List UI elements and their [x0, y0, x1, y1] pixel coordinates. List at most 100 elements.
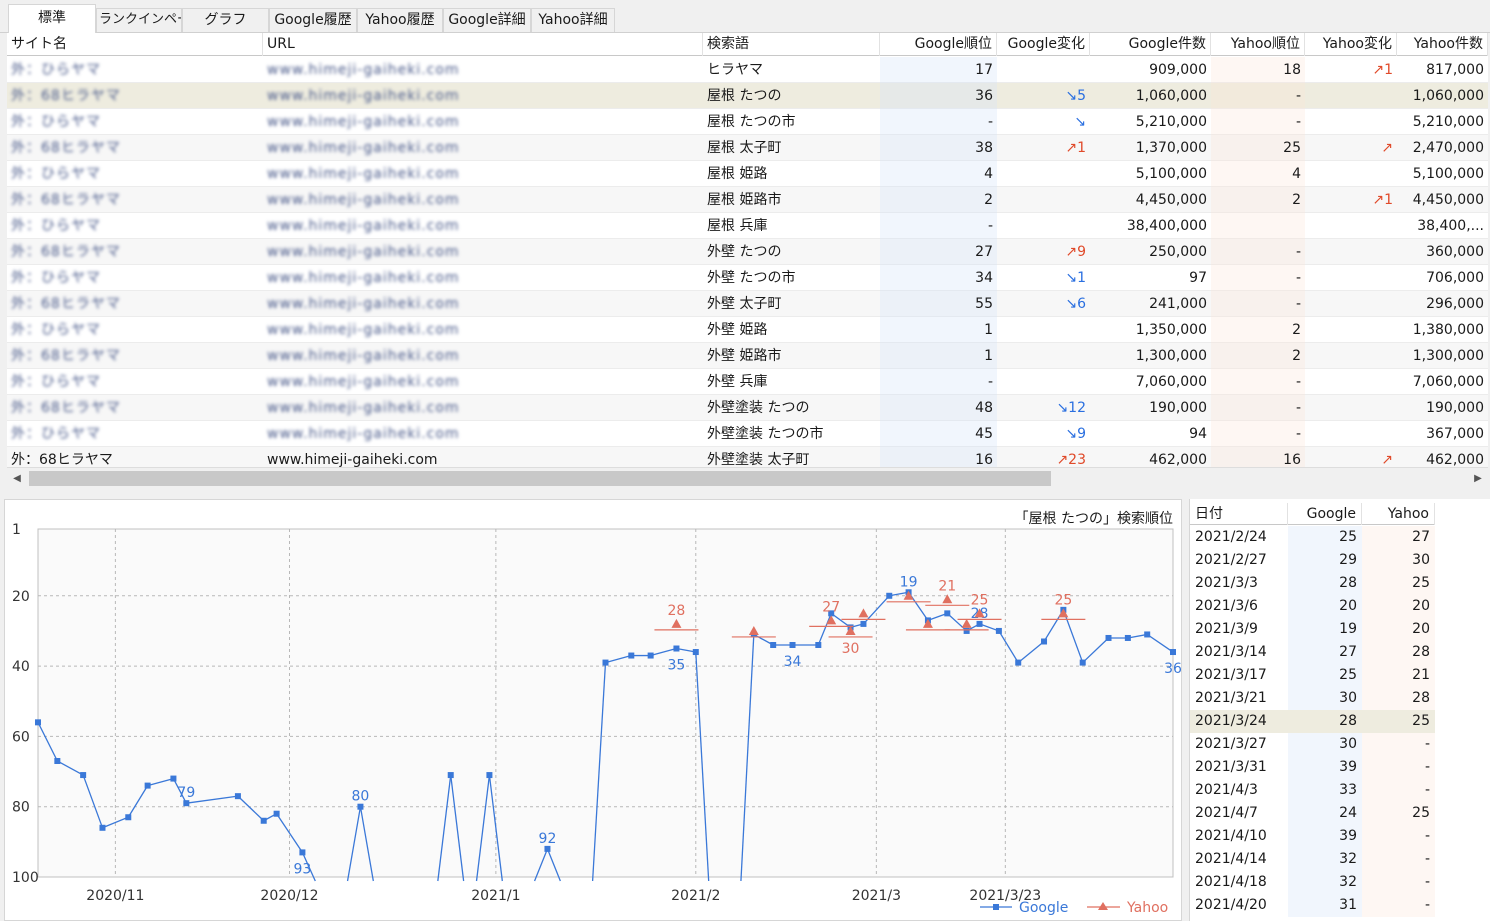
cell-g-rank: 1: [880, 343, 997, 369]
table-row[interactable]: 外：68ヒラヤマ www.himeji-gaiheki.com 外壁塗装 太子町 16…: [7, 447, 1488, 467]
column-header-g-count[interactable]: Google件数: [1090, 33, 1211, 56]
cell-keyword: 屋根 兵庫: [707, 218, 768, 234]
google-data-label: 19: [900, 574, 918, 590]
tab-3[interactable]: Google履歴: [269, 8, 357, 32]
column-header-y-change[interactable]: Yahoo変化: [1305, 33, 1397, 56]
history-row[interactable]: 2021/4/20 31-: [1190, 894, 1435, 917]
history-row[interactable]: 2021/3/17 25 21: [1190, 664, 1435, 687]
table-row[interactable]: 外：ひらヤマ www.himeji-gaiheki.com ヒラヤマ 17 909,00…: [7, 57, 1488, 83]
table-row[interactable]: 外：68ヒラヤマ www.himeji-gaiheki.com 屋根 姫路市 2 4,4…: [7, 187, 1488, 213]
rank-chart: 「屋根 たつの」検索順位 1 20 40 60 80 100 2020/11 2020/12 2…: [4, 499, 1182, 921]
cell-y-rank: -: [1211, 239, 1305, 265]
history-row[interactable]: 2021/4/14 32-: [1190, 848, 1435, 871]
history-row[interactable]: 2021/3/14 27 28: [1190, 641, 1435, 664]
tab-5[interactable]: Google詳細: [443, 8, 531, 32]
history-header-yahoo[interactable]: Yahoo: [1362, 503, 1435, 525]
cell-g-count: 7,060,000: [1135, 374, 1207, 390]
history-row[interactable]: 2021/3/24 28 25: [1190, 710, 1435, 733]
cell-y-rank: -: [1211, 369, 1305, 395]
cell-site: 外：68ヒラヤマ: [11, 452, 113, 467]
column-header-keyword[interactable]: 検索語: [703, 33, 880, 56]
cell-g-count: 94: [1189, 426, 1207, 442]
table-row[interactable]: 外：ひらヤマ www.himeji-gaiheki.com 外壁 兵庫 -7,060,…: [7, 369, 1488, 395]
table-header: サイト名 URL 検索語 Google順位 Google変化 Google件数 Yahoo順…: [7, 33, 1488, 56]
history-cell-date: 2021/4/3: [1195, 782, 1258, 798]
cell-y-change: [1305, 161, 1397, 187]
table-row[interactable]: 外：ひらヤマ www.himeji-gaiheki.com 外壁 姫路 1 1,350,…: [7, 317, 1488, 343]
cell-g-count: 1,370,000: [1135, 140, 1207, 156]
scroll-left-icon[interactable]: ◀: [7, 468, 27, 489]
table-row[interactable]: 外：ひらヤマ www.himeji-gaiheki.com 外壁 たつの市 34 ↘1 9…: [7, 265, 1488, 291]
tab-2[interactable]: グラフ: [182, 8, 269, 32]
cell-y-rank: -: [1211, 83, 1305, 109]
google-point: [815, 642, 822, 648]
history-cell-yahoo: 20: [1362, 595, 1435, 618]
cell-site: 外：68ヒラヤマ: [11, 88, 121, 104]
cell-y-count: 5,210,000: [1412, 114, 1484, 130]
column-header-site[interactable]: サイト名: [7, 33, 263, 56]
history-row[interactable]: 2021/4/7 24 25: [1190, 802, 1435, 825]
history-cell-google: 27: [1288, 641, 1362, 664]
history-row[interactable]: 2021/3/9 19 20: [1190, 618, 1435, 641]
column-header-url[interactable]: URL: [263, 33, 703, 56]
history-row[interactable]: 2021/3/21 30 28: [1190, 687, 1435, 710]
table-row[interactable]: 外：68ヒラヤマ www.himeji-gaiheki.com 屋根 たつの 36 ↘5…: [7, 83, 1488, 109]
history-row[interactable]: 2021/2/27 29 30: [1190, 549, 1435, 572]
yahoo-data-label: 25: [971, 592, 989, 608]
cell-y-rank: [1211, 213, 1305, 239]
history-row[interactable]: 2021/3/27 30-: [1190, 733, 1435, 756]
horizontal-scrollbar[interactable]: ◀ ▶: [7, 467, 1488, 488]
tab-0[interactable]: 標準: [8, 4, 96, 33]
cell-g-count: 909,000: [1149, 62, 1207, 78]
history-row[interactable]: 2021/3/6 20 20: [1190, 595, 1435, 618]
history-header-google[interactable]: Google: [1288, 503, 1362, 525]
cell-g-rank: 38: [880, 135, 997, 161]
column-header-g-change[interactable]: Google変化: [997, 33, 1090, 56]
google-point: [260, 817, 267, 824]
history-row[interactable]: 2021/3/3 28 25: [1190, 572, 1435, 595]
table-row[interactable]: 外：ひらヤマ www.himeji-gaiheki.com 外壁塗装 たつの市 45 ↘…: [7, 421, 1488, 447]
table-row[interactable]: 外：68ヒラヤマ www.himeji-gaiheki.com 外壁塗装 たつの 48…: [7, 395, 1488, 421]
history-cell-yahoo: -: [1362, 894, 1435, 917]
tab-4[interactable]: Yahoo履歴: [357, 8, 443, 32]
google-point: [886, 592, 893, 599]
tab-6[interactable]: Yahoo詳細: [531, 8, 615, 32]
history-row[interactable]: 2021/4/18 32-: [1190, 871, 1435, 894]
cell-g-rank: -: [880, 109, 997, 135]
table-row[interactable]: 外：68ヒラヤマ www.himeji-gaiheki.com 外壁 太子町 55 ↘6…: [7, 291, 1488, 317]
cell-g-count: 5,210,000: [1135, 114, 1207, 130]
history-header-date[interactable]: 日付: [1190, 503, 1288, 525]
scroll-right-icon[interactable]: ▶: [1468, 468, 1488, 489]
cell-site: 外：ひらヤマ: [11, 374, 101, 390]
column-header-y-count[interactable]: Yahoo件数: [1397, 33, 1488, 56]
history-row[interactable]: 2021/2/24 25 27: [1190, 526, 1435, 549]
column-header-y-rank[interactable]: Yahoo順位: [1211, 33, 1305, 56]
history-cell-google: 25: [1288, 664, 1362, 687]
history-header: 日付 Google Yahoo: [1190, 503, 1435, 525]
scrollbar-thumb[interactable]: [29, 471, 1051, 486]
table-row[interactable]: 外：ひらヤマ www.himeji-gaiheki.com 屋根 兵庫 - 38,400…: [7, 213, 1488, 239]
table-row[interactable]: 外：68ヒラヤマ www.himeji-gaiheki.com 外壁 姫路市 1 1,3…: [7, 343, 1488, 369]
y-tick-label: 80: [12, 800, 30, 816]
history-cell-google: 29: [1288, 549, 1362, 572]
yahoo-data-label: 28: [668, 603, 686, 619]
cell-g-change: ↗1: [1065, 140, 1086, 156]
history-cell-google: 31: [1288, 894, 1362, 917]
table-row[interactable]: 外：ひらヤマ www.himeji-gaiheki.com 屋根 姫路 4 5,100,…: [7, 161, 1488, 187]
cell-g-count: 1,300,000: [1135, 348, 1207, 364]
tab-1[interactable]: ランクインページ: [96, 8, 182, 32]
cell-y-change: [1305, 395, 1397, 421]
cell-site: 外：ひらヤマ: [11, 322, 101, 338]
column-header-g-rank[interactable]: Google順位: [880, 33, 997, 56]
chart-canvas: 1 20 40 60 80 100 2020/11 2020/12 2021/1 2021/2 20…: [12, 522, 1181, 916]
history-row[interactable]: 2021/3/31 39-: [1190, 756, 1435, 779]
tab-bar: 標準ランクインページグラフGoogle履歴Yahoo履歴Google詳細Yaho…: [0, 0, 1490, 33]
table-row[interactable]: 外：68ヒラヤマ www.himeji-gaiheki.com 屋根 太子町 38 ↗1…: [7, 135, 1488, 161]
table-row[interactable]: 外：68ヒラヤマ www.himeji-gaiheki.com 外壁 たつの 27 ↗9…: [7, 239, 1488, 265]
cell-g-change: ↗23: [1056, 452, 1086, 467]
history-cell-google: 39: [1288, 825, 1362, 848]
cell-y-rank: -: [1211, 265, 1305, 291]
table-row[interactable]: 外：ひらヤマ www.himeji-gaiheki.com 屋根 たつの市 - ↘ 5,2…: [7, 109, 1488, 135]
history-row[interactable]: 2021/4/3 33-: [1190, 779, 1435, 802]
history-row[interactable]: 2021/4/10 39-: [1190, 825, 1435, 848]
